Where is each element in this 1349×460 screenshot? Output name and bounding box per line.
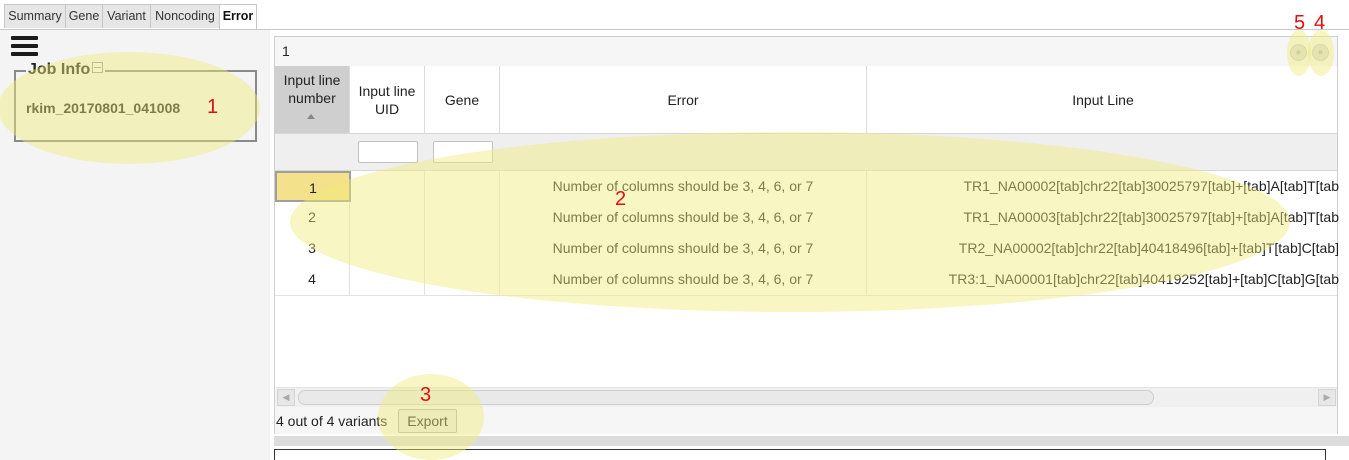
cell-gene[interactable] [425, 264, 500, 295]
collapse-icon[interactable] [92, 62, 104, 73]
maximize-grid-icon[interactable]: ● [1312, 44, 1329, 61]
scroll-right-icon[interactable]: ▶ [1318, 389, 1336, 406]
cell-error[interactable]: Number of columns should be 3, 4, 6, or … [500, 264, 867, 295]
horizontal-scrollbar[interactable]: ◀ ▶ [276, 387, 1337, 408]
cell-uid[interactable] [350, 233, 425, 264]
column-header-gene[interactable]: Gene [425, 66, 500, 133]
cell-gene[interactable] [425, 202, 500, 233]
cell-error[interactable]: Number of columns should be 3, 4, 6, or … [500, 233, 867, 264]
cell-error[interactable]: Number of columns should be 3, 4, 6, or … [500, 202, 867, 233]
cell-gene[interactable] [425, 171, 500, 202]
job-info-legend: Job Info [26, 61, 106, 79]
cell-input-line[interactable]: TR1_NA00003[tab]chr22[tab]30025797[tab]+… [867, 202, 1339, 233]
cell-uid[interactable] [350, 171, 425, 202]
grid-title: 1 [282, 43, 290, 59]
panel-divider[interactable] [274, 436, 1349, 446]
cell-input-line[interactable]: TR2_NA00002[tab]chr22[tab]40418496[tab]+… [867, 233, 1339, 264]
table-header: Input line number Input line UID Gene Er… [275, 66, 1337, 134]
export-button[interactable]: Export [398, 409, 457, 433]
left-panel: Job Info rkim_20170801_041008 [0, 30, 270, 460]
column-header-label: Input line number [283, 72, 341, 106]
column-header-label: Input Line [1072, 91, 1134, 108]
hamburger-menu-icon[interactable] [11, 36, 38, 60]
column-header-input-line[interactable]: Input Line [867, 66, 1339, 133]
cell-uid[interactable] [350, 202, 425, 233]
cell-input-line[interactable]: TR3:1_NA00001[tab]chr22[tab]40419252[tab… [867, 264, 1339, 295]
cell-line-number[interactable]: 4 [275, 264, 350, 295]
cell-line-number[interactable]: 1 [275, 171, 351, 202]
table-row[interactable]: 1 Number of columns should be 3, 4, 6, o… [275, 171, 1339, 203]
gene-filter-input[interactable] [433, 141, 493, 163]
column-header-input-line-uid[interactable]: Input line UID [350, 66, 425, 133]
cell-line-number[interactable]: 3 [275, 233, 350, 264]
job-name: rkim_20170801_041008 [26, 100, 181, 116]
table-row[interactable]: 2 Number of columns should be 3, 4, 6, o… [275, 202, 1339, 234]
filter-row [275, 134, 1337, 171]
tab-gene[interactable]: Gene [65, 4, 103, 28]
column-header-label: Error [667, 91, 699, 108]
column-header-label: Gene [444, 91, 480, 108]
cell-uid[interactable] [350, 264, 425, 295]
cell-gene[interactable] [425, 233, 500, 264]
collapse-grid-icon[interactable]: ● [1290, 44, 1307, 61]
variant-count-label: 4 out of 4 variants [276, 413, 388, 429]
cell-line-number[interactable]: 2 [275, 202, 350, 233]
tab-noncoding[interactable]: Noncoding [150, 4, 220, 28]
sort-ascending-icon [307, 114, 315, 119]
uid-filter-input[interactable] [358, 141, 418, 163]
grid-titlebar: 1 ● ● [275, 37, 1337, 67]
table-empty-area [275, 296, 1337, 388]
cell-error[interactable]: Number of columns should be 3, 4, 6, or … [500, 171, 867, 202]
job-info-box: Job Info rkim_20170801_041008 [14, 61, 257, 142]
error-grid-panel: 1 ● ● Input line number Input line UID G… [274, 36, 1339, 434]
scrollbar-thumb[interactable] [298, 390, 1154, 405]
tab-bar: Summary Gene Variant Noncoding Error [0, 0, 1349, 30]
column-header-error[interactable]: Error [500, 66, 867, 133]
tab-summary[interactable]: Summary [4, 4, 66, 28]
grid-footer: 4 out of 4 variants Export [275, 407, 1337, 434]
tab-error[interactable]: Error [219, 4, 257, 29]
scroll-left-icon[interactable]: ◀ [277, 389, 295, 406]
column-header-input-line-number[interactable]: Input line number [275, 66, 350, 133]
table-row[interactable]: 3 Number of columns should be 3, 4, 6, o… [275, 233, 1339, 265]
job-info-title: Job Info [28, 61, 91, 78]
detail-panel [274, 449, 1326, 460]
cell-input-line[interactable]: TR1_NA00002[tab]chr22[tab]30025797[tab]+… [867, 171, 1339, 202]
table-row[interactable]: 4 Number of columns should be 3, 4, 6, o… [275, 264, 1339, 296]
column-header-label: Input line UID [358, 82, 416, 117]
tab-variant[interactable]: Variant [102, 4, 151, 28]
